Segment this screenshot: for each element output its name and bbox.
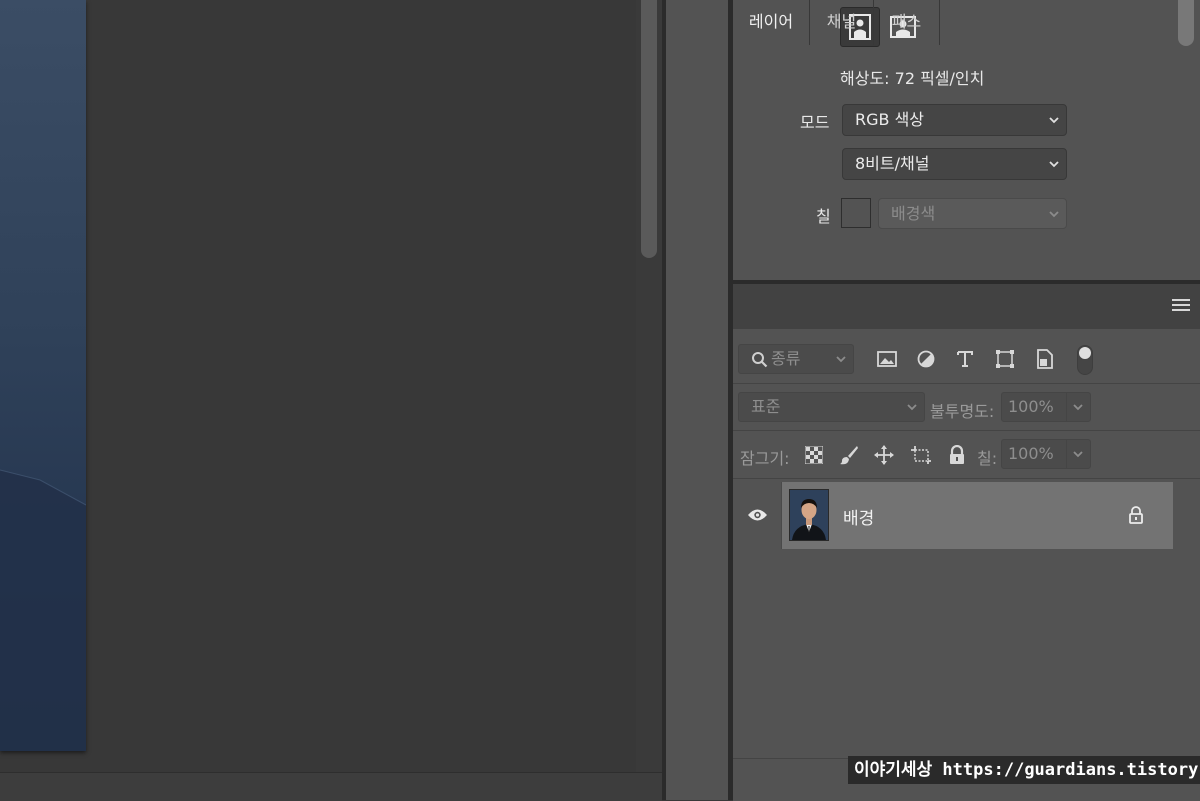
bit-depth-value: 8비트/채널 [855, 154, 930, 173]
row-separator [733, 430, 1200, 431]
field-divider [1066, 393, 1067, 421]
lock-transparent-pixels-button[interactable] [803, 444, 825, 466]
filter-adjustment-layer-button[interactable] [915, 348, 937, 370]
opacity-label: 불투명도: [930, 402, 995, 421]
layer-filter-kind-select[interactable]: 종류 [738, 344, 854, 374]
panel-dock-strip [666, 0, 728, 800]
type-icon [957, 351, 973, 367]
eye-icon [748, 509, 767, 521]
tab-channels[interactable]: 채널 [810, 0, 874, 45]
filter-toggle-knob [1079, 347, 1091, 359]
field-divider [1066, 440, 1067, 468]
tab-paths[interactable]: 패스 [874, 0, 940, 45]
lock-position-button[interactable] [873, 444, 895, 466]
color-mode-value: RGB 색상 [855, 110, 925, 129]
fill-color-swatch[interactable] [841, 198, 871, 228]
opacity-field[interactable]: 100% [1001, 392, 1091, 422]
filter-smart-object-button[interactable] [1034, 348, 1056, 370]
move-arrows-icon [874, 445, 894, 465]
lock-icon [950, 445, 964, 464]
smart-object-icon [1037, 349, 1053, 369]
checkerboard-icon [805, 446, 823, 464]
canvas-horizontal-scrollbar[interactable] [0, 772, 662, 801]
blend-mode-select[interactable]: 표준 [738, 392, 925, 422]
tab-layers[interactable]: 레이어 [733, 0, 810, 45]
photo-shoulder-shape [0, 469, 86, 751]
layer-visibility-toggle[interactable] [733, 482, 782, 549]
chevron-down-icon [1049, 117, 1059, 124]
layer-thumbnail[interactable] [789, 489, 829, 541]
filter-pixel-layer-button[interactable] [876, 348, 898, 370]
shape-transform-icon [996, 350, 1014, 368]
properties-scroll-thumb[interactable] [1178, 0, 1194, 46]
opacity-value: 100% [1008, 397, 1054, 416]
layers-tab-bar [733, 284, 1200, 329]
fill-opacity-field[interactable]: 100% [1001, 439, 1091, 469]
row-separator [733, 383, 1200, 384]
chevron-down-icon [907, 404, 917, 411]
document-image[interactable] [0, 0, 86, 751]
fill-opacity-label: 칠: [977, 449, 998, 468]
chevron-down-icon [1049, 211, 1059, 218]
fill-contents-value: 배경색 [891, 204, 936, 223]
artboard-icon [911, 446, 931, 464]
portrait-thumbnail-image [790, 490, 828, 540]
chevron-down-icon [836, 356, 846, 363]
layer-filter-kind-value: 종류 [771, 349, 801, 368]
panel-menu-icon[interactable] [1172, 298, 1190, 312]
lock-all-button[interactable] [946, 444, 968, 466]
blend-mode-value: 표준 [751, 397, 781, 416]
row-separator [733, 478, 1200, 479]
layer-name[interactable]: 배경 [843, 504, 874, 529]
canvas-vertical-scroll-thumb[interactable] [641, 0, 657, 258]
lock-artboard-button[interactable] [910, 444, 932, 466]
image-icon [877, 351, 897, 367]
fill-contents-select[interactable]: 배경색 [878, 198, 1067, 229]
filter-shape-layer-button[interactable] [994, 348, 1016, 370]
watermark-text: 이야기세상 https://guardians.tistory.com [848, 756, 1200, 784]
mode-label: 모드 [800, 113, 830, 132]
lock-image-pixels-button[interactable] [838, 444, 860, 466]
lock-icon [1129, 506, 1143, 524]
chevron-down-icon [1073, 451, 1083, 458]
chevron-down-icon [1073, 404, 1083, 411]
color-mode-select[interactable]: RGB 색상 [842, 104, 1067, 136]
chevron-down-icon [1049, 161, 1059, 168]
filter-toggle-switch[interactable] [1077, 345, 1093, 375]
bit-depth-select[interactable]: 8비트/채널 [842, 148, 1067, 180]
search-icon [752, 352, 768, 368]
filter-type-layer-button[interactable] [954, 348, 976, 370]
canvas-area[interactable] [0, 0, 636, 772]
adjustment-circle-icon [917, 350, 935, 368]
fill-label: 칠 [816, 207, 831, 226]
brush-icon [840, 446, 858, 465]
fill-opacity-value: 100% [1008, 444, 1054, 463]
lock-label: 잠그기: [740, 449, 790, 468]
resolution-label: 해상도: 72 픽셀/인치 [840, 69, 985, 88]
